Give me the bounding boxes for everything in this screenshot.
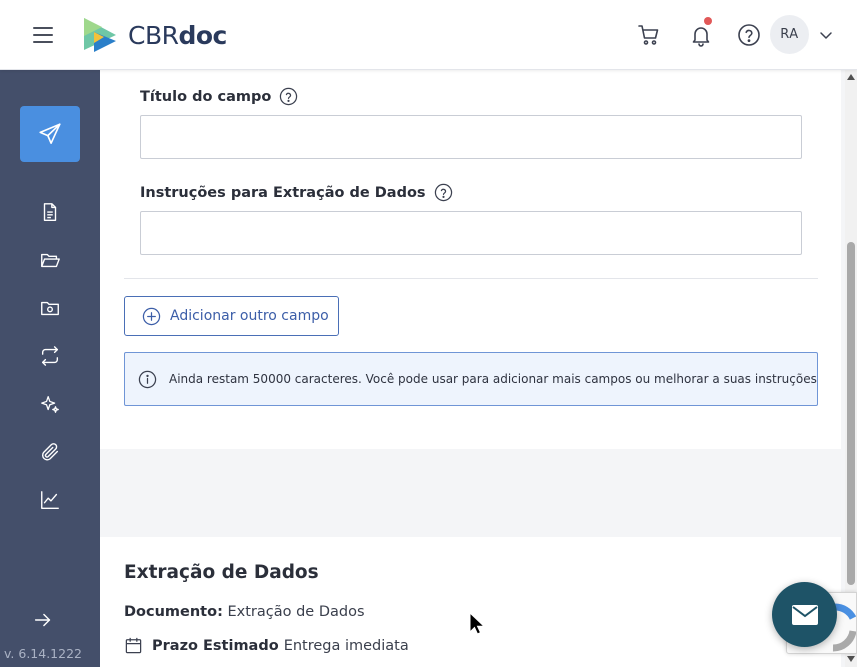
main-content: Título do campo Instruções para Extração… [100, 70, 845, 667]
deadline-label: Prazo Estimado [152, 637, 279, 654]
chevron-down-icon[interactable] [818, 27, 834, 43]
logo[interactable]: CBRdoc [82, 18, 227, 52]
sidebar-item-documents[interactable] [38, 200, 62, 224]
avatar[interactable]: RA [770, 15, 809, 54]
scroll-down-arrow-icon[interactable] [846, 654, 856, 664]
deadline-value: Entrega imediata [283, 637, 409, 654]
sync-icon [41, 346, 59, 366]
scrollbar-thumb[interactable] [847, 242, 855, 585]
send-icon [39, 123, 61, 145]
menu-icon[interactable] [33, 26, 55, 44]
arrow-right-icon[interactable] [32, 609, 54, 631]
deadline-line: Prazo Estimado Entrega imediata [124, 636, 409, 655]
sidebar-item-attachments[interactable] [38, 440, 62, 464]
instructions-label: Instruções para Extração de Dados [140, 183, 453, 202]
calendar-icon [125, 637, 142, 654]
form-card: Título do campo Instruções para Extração… [100, 70, 841, 449]
notification-dot [704, 17, 712, 25]
field-title-label: Título do campo [140, 87, 298, 106]
chat-button[interactable] [772, 582, 837, 647]
document-line: Documento: Extração de Dados [124, 604, 365, 620]
chart-line-icon [41, 491, 59, 509]
document-icon [43, 203, 57, 221]
app-version: v. 6.14.1222 [4, 646, 82, 661]
summary-title: Extração de Dados [124, 562, 319, 583]
document-label: Documento: [124, 604, 223, 620]
help-icon[interactable] [434, 183, 453, 202]
field-title-input[interactable] [140, 115, 802, 159]
sidebar-item-ai[interactable] [38, 392, 62, 416]
paperclip-icon [41, 443, 59, 461]
top-header: CBRdoc RA [0, 0, 857, 70]
sidebar-item-reports[interactable] [38, 488, 62, 512]
cart-icon[interactable] [636, 22, 662, 48]
info-alert: Ainda restam 50000 caracteres. Você pode… [124, 352, 818, 406]
sidebar-item-sync[interactable] [38, 344, 62, 368]
bell-icon[interactable] [688, 17, 714, 48]
info-text: Ainda restam 50000 caracteres. Você pode… [169, 372, 817, 386]
sidebar-item-send[interactable] [20, 106, 80, 162]
add-field-label: Adicionar outro campo [170, 308, 329, 324]
summary-card: Extração de Dados Documento: Extração de… [100, 537, 841, 667]
instructions-input[interactable] [140, 211, 802, 255]
scrollbar[interactable] [845, 70, 857, 667]
plus-circle-icon [142, 307, 161, 325]
document-value: Extração de Dados [227, 604, 365, 620]
envelope-icon [791, 604, 818, 625]
folder-open-icon [41, 253, 60, 268]
sidebar: v. 6.14.1222 [0, 70, 100, 667]
help-icon[interactable] [279, 87, 298, 106]
folder-eye-icon [41, 301, 59, 316]
divider [124, 278, 818, 279]
logo-text: CBRdoc [128, 20, 227, 50]
sidebar-item-folder-view[interactable] [38, 296, 62, 320]
info-icon [138, 370, 157, 388]
sidebar-item-folders[interactable] [38, 248, 62, 272]
mouse-cursor-icon [469, 612, 485, 635]
scroll-up-arrow-icon[interactable] [846, 72, 856, 82]
sparkles-icon [41, 396, 59, 413]
logo-mark-icon [84, 18, 116, 52]
add-field-button[interactable]: Adicionar outro campo [124, 296, 339, 336]
help-icon[interactable] [736, 22, 762, 48]
